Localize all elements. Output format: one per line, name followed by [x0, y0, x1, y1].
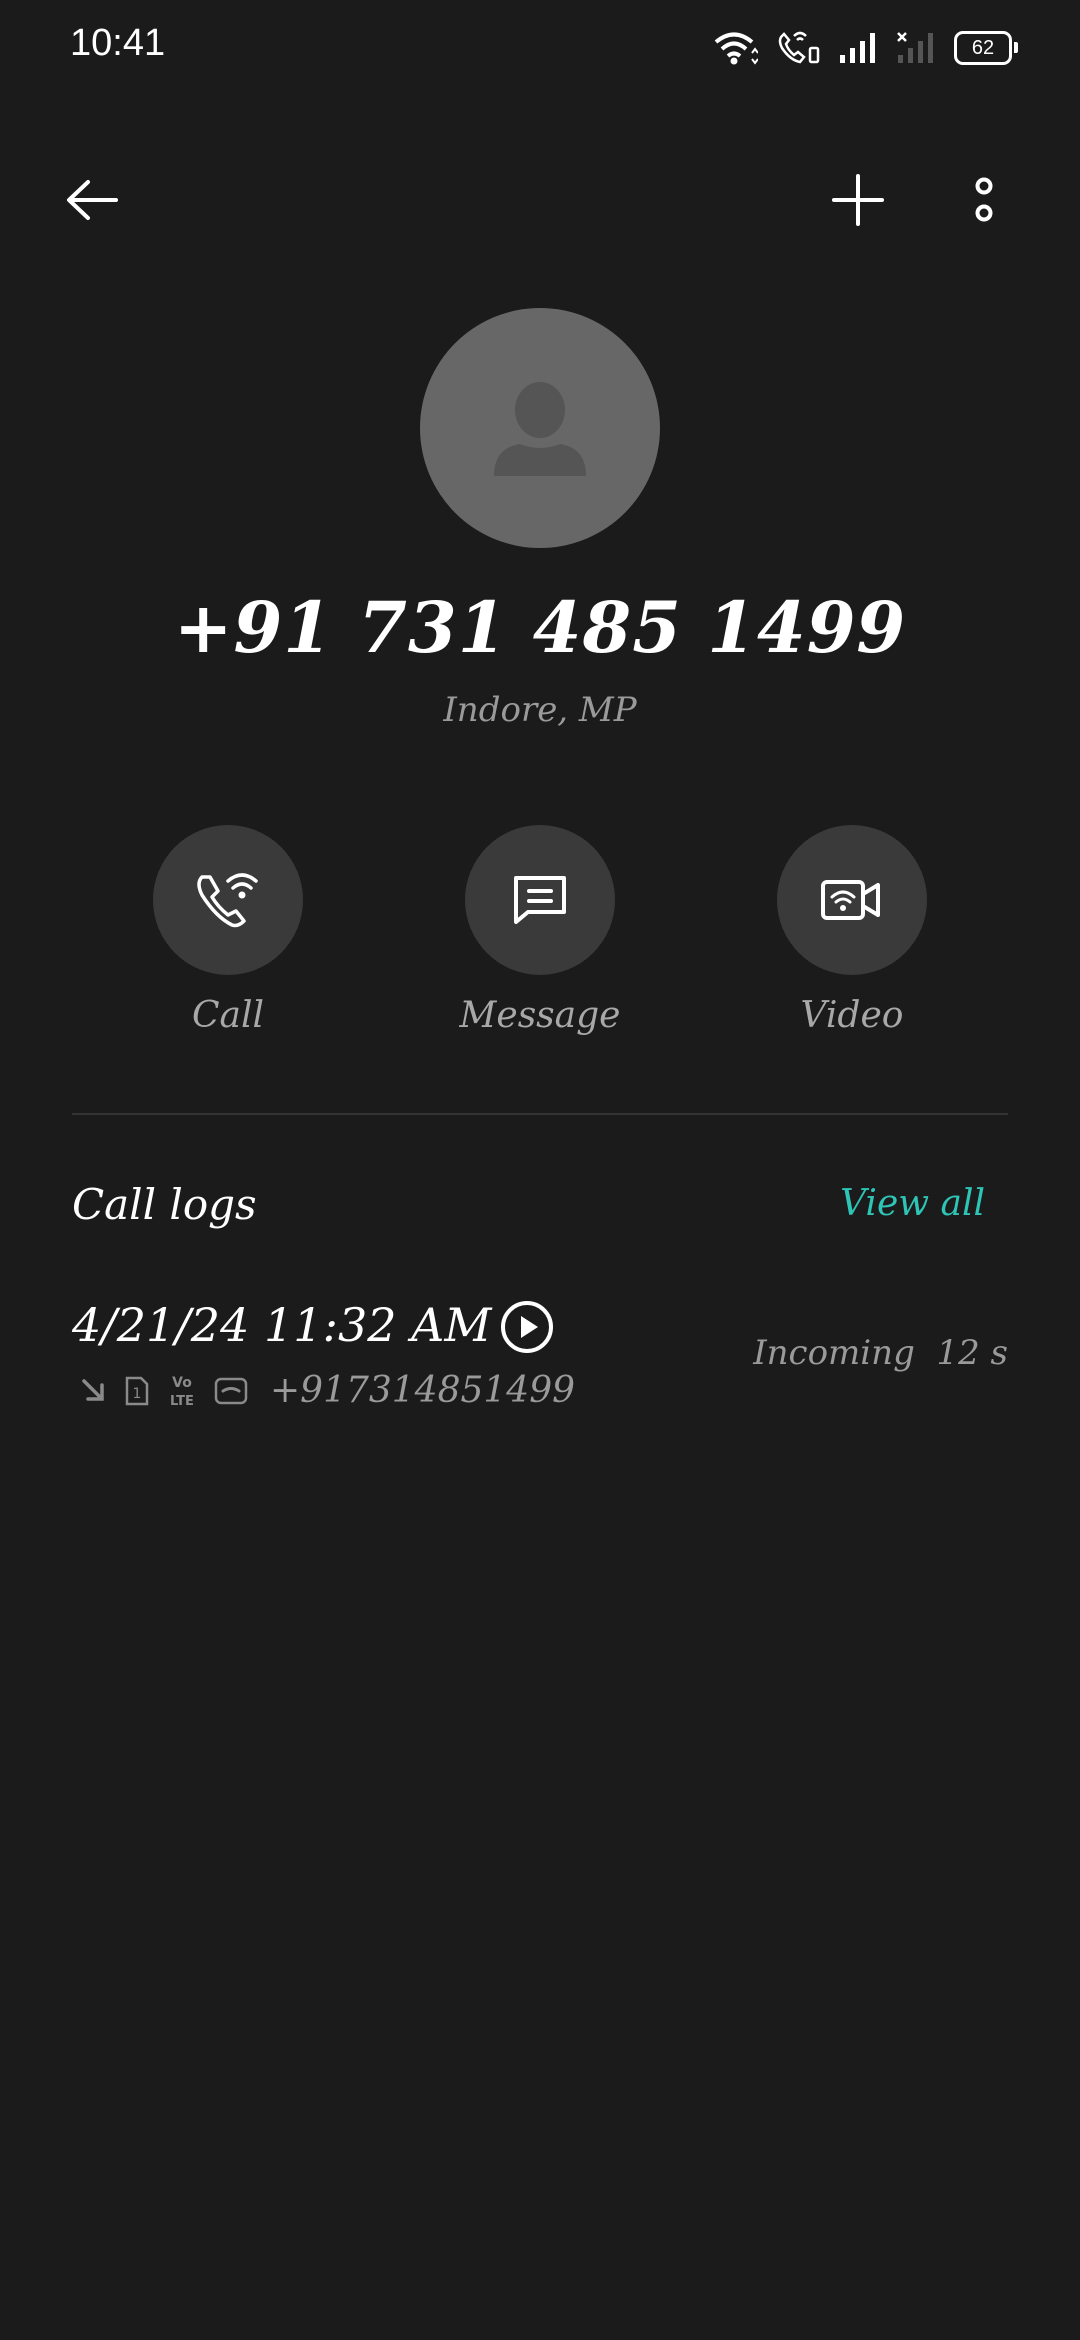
call-type-icon	[214, 1377, 248, 1404]
call-action[interactable]: Call	[153, 825, 303, 1036]
wifi-icon	[714, 32, 758, 65]
add-contact-button[interactable]	[818, 160, 898, 240]
video-button[interactable]	[777, 825, 927, 975]
call-log-direction: Incoming	[753, 1333, 915, 1373]
view-all-link[interactable]: View all	[840, 1183, 985, 1224]
plus-icon	[832, 174, 884, 226]
signal-sim2-no-service-icon	[897, 32, 933, 63]
back-arrow-icon	[67, 180, 118, 220]
status-icons: 62	[714, 28, 1018, 68]
svg-text:Vo: Vo	[172, 1375, 192, 1391]
battery-indicator: 62	[954, 31, 1018, 65]
contact-avatar	[420, 308, 660, 548]
play-recording-icon[interactable]	[500, 1300, 554, 1354]
call-log-duration: 12 s	[936, 1333, 1008, 1373]
call-button[interactable]	[153, 825, 303, 975]
sim-1-icon: 1	[125, 1376, 149, 1405]
video-label: Video	[800, 995, 904, 1036]
message-label: Message	[459, 995, 621, 1036]
contact-phone-number: +91 731 485 1499	[173, 586, 907, 669]
call-logs-heading: Call logs	[72, 1180, 257, 1229]
section-divider	[72, 1113, 1008, 1115]
message-button[interactable]	[465, 825, 615, 975]
incoming-call-arrow-icon	[82, 1378, 104, 1401]
svg-text:1: 1	[133, 1386, 142, 1402]
person-icon	[494, 382, 586, 476]
video-action[interactable]: Video	[777, 825, 927, 1036]
status-time: 10:41	[70, 22, 166, 64]
svg-text:LTE: LTE	[170, 1394, 194, 1409]
contact-location: Indore, MP	[443, 690, 637, 730]
signal-sim1-icon	[840, 33, 875, 63]
message-action[interactable]: Message	[460, 825, 620, 1036]
call-log-status: Incoming 12 s	[753, 1333, 1008, 1373]
more-options-button[interactable]	[944, 160, 1024, 240]
call-log-number: +917314851499	[270, 1370, 576, 1411]
more-vertical-icon	[975, 177, 993, 222]
call-label: Call	[191, 995, 265, 1036]
message-icon	[514, 876, 566, 924]
wifi-call-icon	[197, 873, 258, 928]
video-call-icon	[821, 880, 880, 920]
call-log-meta: 1 Vo LTE +917314851499	[80, 1370, 575, 1411]
back-button[interactable]	[52, 160, 132, 240]
volte-icon: Vo LTE	[170, 1375, 194, 1409]
wifi-calling-icon	[778, 31, 820, 64]
call-log-datetime: 4/21/24 11:32 AM	[72, 1298, 492, 1352]
